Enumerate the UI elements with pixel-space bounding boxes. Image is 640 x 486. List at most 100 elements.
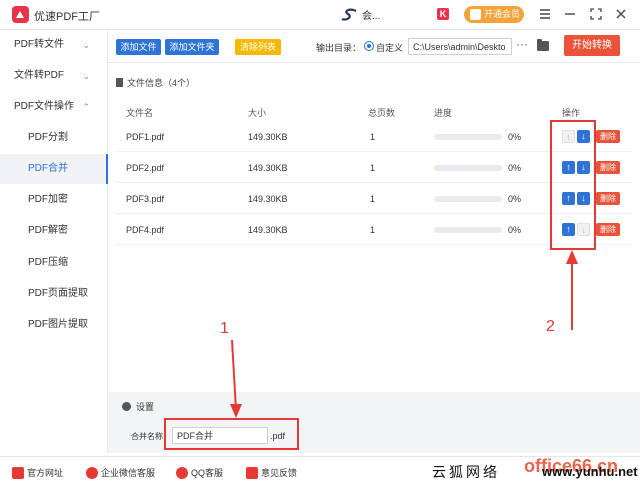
file-size: 149.30KB: [248, 132, 288, 142]
annotation-box-2: [550, 120, 596, 250]
progress-bar: [434, 165, 502, 171]
sidebar-item-pdf-image-extract[interactable]: PDF图片提取: [0, 310, 108, 340]
sidebar-item-label: PDF文件操作: [14, 101, 74, 112]
chevron-down-icon: ⌄: [82, 71, 90, 81]
delete-button[interactable]: 删除: [596, 161, 620, 174]
progress-text: 0%: [508, 225, 522, 235]
column-header-name: 文件名: [126, 108, 154, 118]
sidebar-item-label: 文件转PDF: [14, 70, 64, 81]
app-title: 优速PDF工厂: [34, 11, 100, 23]
maximize-icon[interactable]: [589, 7, 603, 21]
wechat-icon: [86, 466, 98, 479]
progress-bar: [434, 134, 502, 140]
vip-button[interactable]: 开通会员: [464, 6, 524, 23]
sidebar-item-label: PDF转文件: [14, 39, 64, 50]
qq-icon: [176, 466, 188, 479]
file-size: 149.30KB: [248, 225, 288, 235]
feedback-icon: [246, 466, 258, 479]
gear-icon: [122, 402, 131, 411]
add-file-button[interactable]: 添加文件: [116, 39, 161, 55]
file-info-header: 文件信息（4个）: [116, 76, 195, 89]
watermark-url: www.yunhu.net: [542, 464, 638, 479]
output-path-input[interactable]: [408, 38, 512, 55]
start-convert-button[interactable]: 开始转换: [564, 35, 620, 56]
sidebar-item-pdf-merge[interactable]: PDF合并: [0, 154, 108, 184]
file-info-title: 文件信息（4个）: [127, 78, 196, 88]
delete-button[interactable]: 删除: [596, 130, 620, 143]
sidebar-item-label: PDF图片提取: [28, 319, 88, 330]
column-header-size: 大小: [248, 108, 267, 118]
close-icon[interactable]: [614, 7, 628, 21]
chevron-up-icon: ⌃: [82, 102, 90, 112]
progress-text: 0%: [508, 132, 522, 142]
sidebar-item-pdf-split[interactable]: PDF分割: [0, 123, 108, 153]
sidebar-item-file-to-pdf[interactable]: 文件转PDF ⌄: [0, 61, 108, 91]
vip-label: 开通会员: [484, 9, 521, 19]
clear-list-button[interactable]: 清除列表: [235, 39, 281, 55]
file-name: PDF4.pdf: [126, 225, 165, 235]
column-header-progress: 进度: [434, 108, 453, 118]
app-logo-icon: [12, 6, 29, 23]
sidebar-item-pdf-page-extract[interactable]: PDF页面提取: [0, 279, 108, 309]
sidebar-item-label: PDF合并: [28, 163, 68, 174]
footer-link-label: 意见反馈: [261, 468, 298, 478]
menu-icon[interactable]: [538, 7, 552, 21]
sidebar-item-pdf-compress[interactable]: PDF压缩: [0, 248, 108, 278]
annotation-label-1: 1: [220, 320, 229, 337]
footer-link-qq-service[interactable]: QQ客服: [176, 466, 223, 479]
file-name: PDF1.pdf: [126, 132, 165, 142]
sidebar-item-pdf-encrypt[interactable]: PDF加密: [0, 185, 108, 215]
footer-link-label: 官方网址: [27, 468, 64, 478]
output-dir-label: 输出目录：: [316, 43, 362, 53]
k-badge-icon[interactable]: K: [437, 8, 449, 20]
toolbar: 添加文件 添加文件夹 清除列表 输出目录： 自定义 ··· 开始转换: [108, 30, 640, 63]
watermark-cn: 云狐网络: [432, 465, 500, 481]
chevron-down-icon: ⌄: [82, 40, 90, 50]
sidebar: PDF转文件 ⌄ 文件转PDF ⌄ PDF文件操作 ⌃ PDF分割 PDF合并 …: [0, 30, 108, 453]
progress-bar: [434, 227, 502, 233]
file-size: 149.30KB: [248, 194, 288, 204]
sidebar-item-label: PDF加密: [28, 194, 68, 205]
sidebar-item-pdf-ops[interactable]: PDF文件操作 ⌃: [0, 92, 108, 122]
browse-more-button[interactable]: ···: [516, 37, 528, 51]
sidebar-item-label: PDF压缩: [28, 257, 68, 268]
settings-header: 设置: [122, 400, 154, 413]
footer-link-website[interactable]: 官方网址: [12, 466, 63, 479]
home-icon: [12, 466, 24, 479]
file-name: PDF2.pdf: [126, 163, 165, 173]
file-name: PDF3.pdf: [126, 194, 165, 204]
merge-name-label: 合并名称: [131, 432, 163, 441]
user-name: 会...: [362, 11, 381, 22]
column-header-actions: 操作: [562, 108, 581, 118]
user-account[interactable]: 会...: [340, 7, 380, 22]
custom-dir-radio[interactable]: [364, 41, 374, 51]
brand-s-icon: [341, 8, 357, 21]
footer-link-wechat-service[interactable]: 企业微信客服: [86, 466, 155, 479]
sidebar-item-pdf-decrypt[interactable]: PDF解密: [0, 216, 108, 246]
file-pages: 1: [370, 225, 376, 235]
document-icon: [116, 78, 123, 87]
delete-button[interactable]: 删除: [596, 192, 620, 205]
delete-button[interactable]: 删除: [596, 223, 620, 236]
sidebar-item-pdf-to-file[interactable]: PDF转文件 ⌄: [0, 30, 108, 60]
footer-link-feedback[interactable]: 意见反馈: [246, 466, 297, 479]
file-pages: 1: [370, 132, 376, 142]
column-header-pages: 总页数: [368, 108, 396, 118]
sidebar-item-label: PDF解密: [28, 225, 68, 236]
watermark: office66.cn 云狐网络 www.yunhu.net: [432, 456, 640, 486]
settings-title: 设置: [136, 402, 155, 412]
vip-icon: [470, 9, 481, 20]
minimize-icon[interactable]: [563, 7, 577, 21]
footer-link-label: QQ客服: [191, 468, 224, 478]
add-folder-button[interactable]: 添加文件夹: [165, 39, 219, 55]
custom-dir-label: 自定义: [376, 43, 404, 53]
annotation-box-1: [164, 418, 299, 450]
open-folder-icon[interactable]: [537, 39, 549, 51]
progress-text: 0%: [508, 194, 522, 204]
file-pages: 1: [370, 194, 376, 204]
annotation-label-2: 2: [546, 318, 555, 335]
sidebar-item-label: PDF分割: [28, 132, 68, 143]
sidebar-item-label: PDF页面提取: [28, 288, 88, 299]
progress-bar: [434, 196, 502, 202]
footer-link-label: 企业微信客服: [101, 468, 156, 478]
